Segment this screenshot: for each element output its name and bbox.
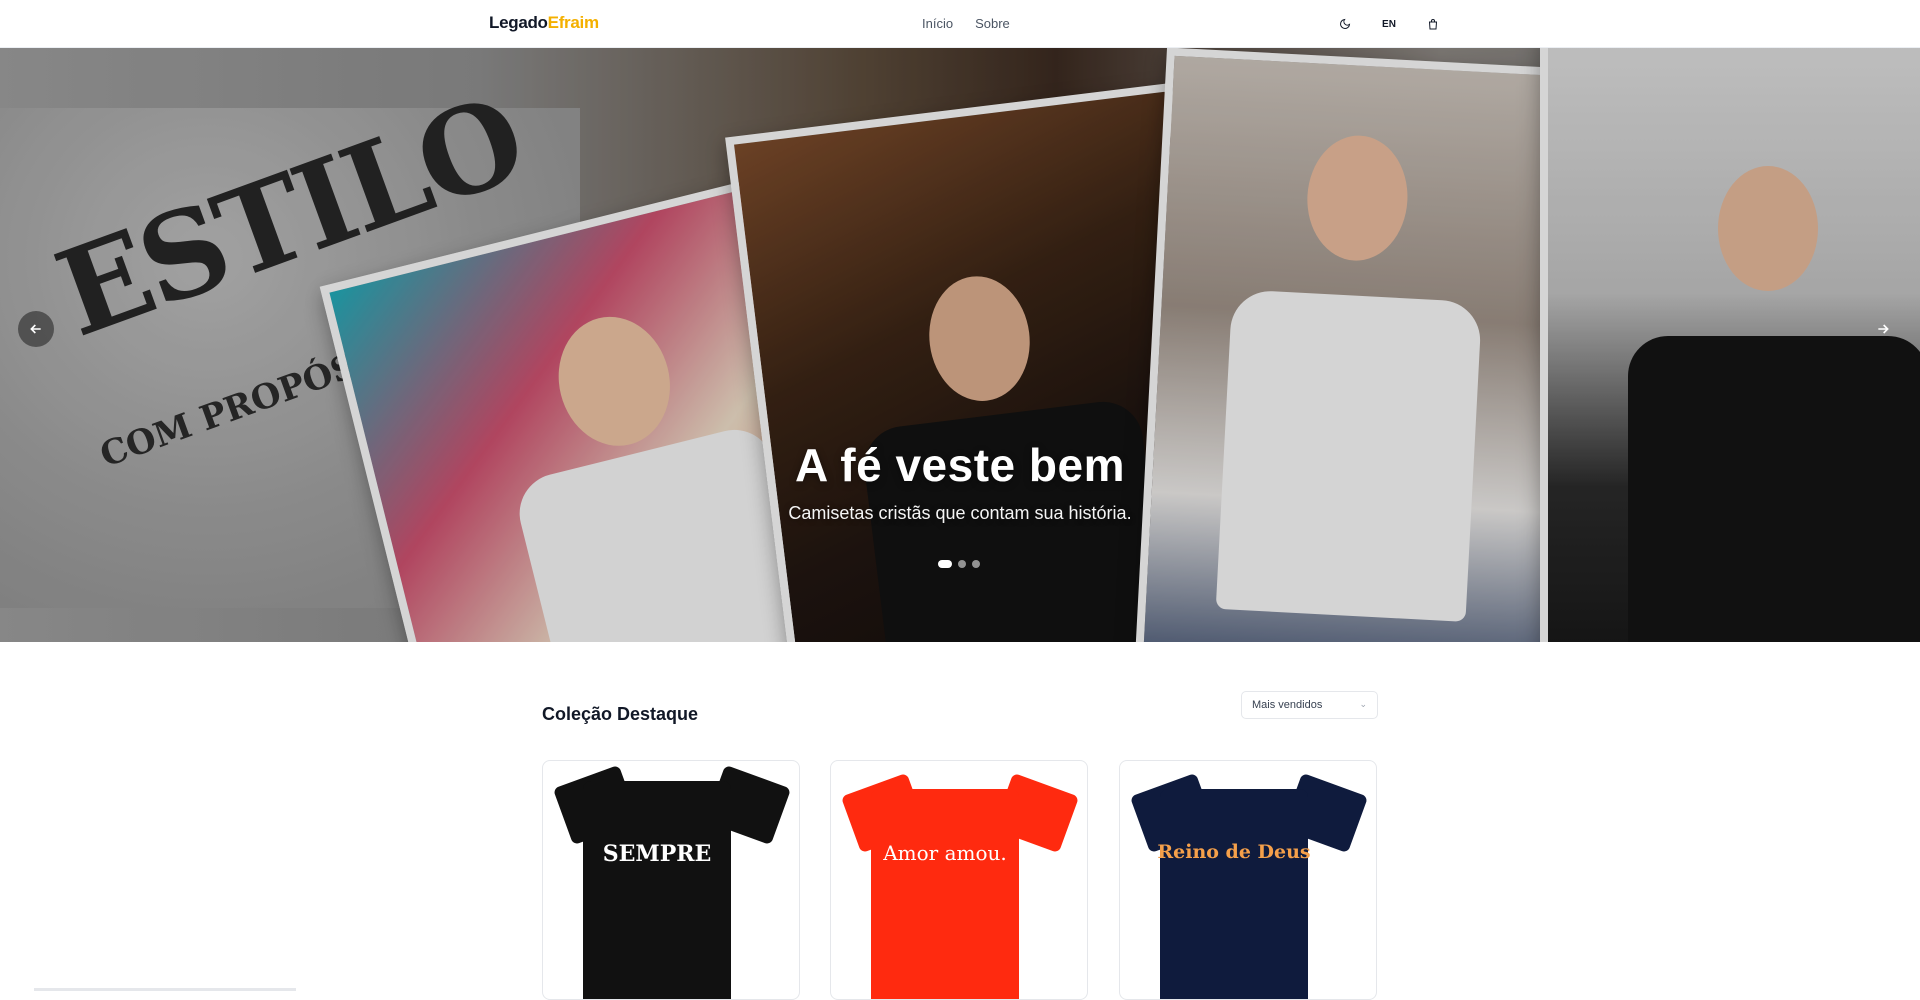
nav-link-inicio[interactable]: Início xyxy=(922,16,953,31)
tshirt-image xyxy=(1160,789,1308,999)
cart-icon xyxy=(1428,18,1438,29)
carousel-dots xyxy=(938,560,980,568)
tshirt-print: Amor amou. xyxy=(883,841,1007,865)
carousel-dot-2[interactable] xyxy=(958,560,966,568)
logo-part2: Efraim xyxy=(547,13,599,32)
product-card[interactable]: Amor amou. xyxy=(830,760,1088,1000)
moon-icon xyxy=(1340,18,1351,29)
carousel-prev-button[interactable] xyxy=(18,311,54,347)
header-tools: EN xyxy=(1334,13,1444,35)
hero-overlay xyxy=(0,48,1920,642)
top-header: LegadoEfraim Início Sobre EN xyxy=(0,0,1920,48)
tshirt-image xyxy=(871,789,1019,999)
tshirt-print: Reino de Deus xyxy=(1157,841,1311,863)
product-card[interactable]: SEMPRE xyxy=(542,760,800,1000)
hero-carousel: ESTILO COM PROPÓSITO A fé veste bem Cami… xyxy=(0,48,1920,642)
main-nav: Início Sobre xyxy=(922,16,1010,31)
sort-select-value: Mais vendidos xyxy=(1252,699,1323,711)
nav-link-sobre[interactable]: Sobre xyxy=(975,16,1010,31)
product-card[interactable]: Reino de Deus xyxy=(1119,760,1377,1000)
hero-title: A fé veste bem xyxy=(795,439,1125,491)
language-button[interactable]: EN xyxy=(1378,13,1400,35)
carousel-next-button[interactable] xyxy=(1865,311,1901,347)
sort-select[interactable]: Mais vendidos ⌄ xyxy=(1241,691,1378,719)
site-logo[interactable]: LegadoEfraim xyxy=(489,13,599,33)
logo-part1: Legado xyxy=(489,13,548,32)
arrow-left-icon xyxy=(30,324,41,334)
tshirt-image xyxy=(583,781,731,999)
tshirt-print: SEMPRE xyxy=(602,841,712,867)
carousel-dot-1[interactable] xyxy=(938,560,952,568)
hero-subtitle: Camisetas cristãs que contam sua históri… xyxy=(788,503,1132,523)
collection-title: Coleção Destaque xyxy=(542,704,699,724)
theme-toggle-button[interactable] xyxy=(1334,13,1356,35)
chevron-down-icon: ⌄ xyxy=(1359,699,1367,709)
cart-button[interactable] xyxy=(1422,13,1444,35)
arrow-right-icon xyxy=(1878,324,1889,334)
carousel-dot-3[interactable] xyxy=(972,560,980,568)
